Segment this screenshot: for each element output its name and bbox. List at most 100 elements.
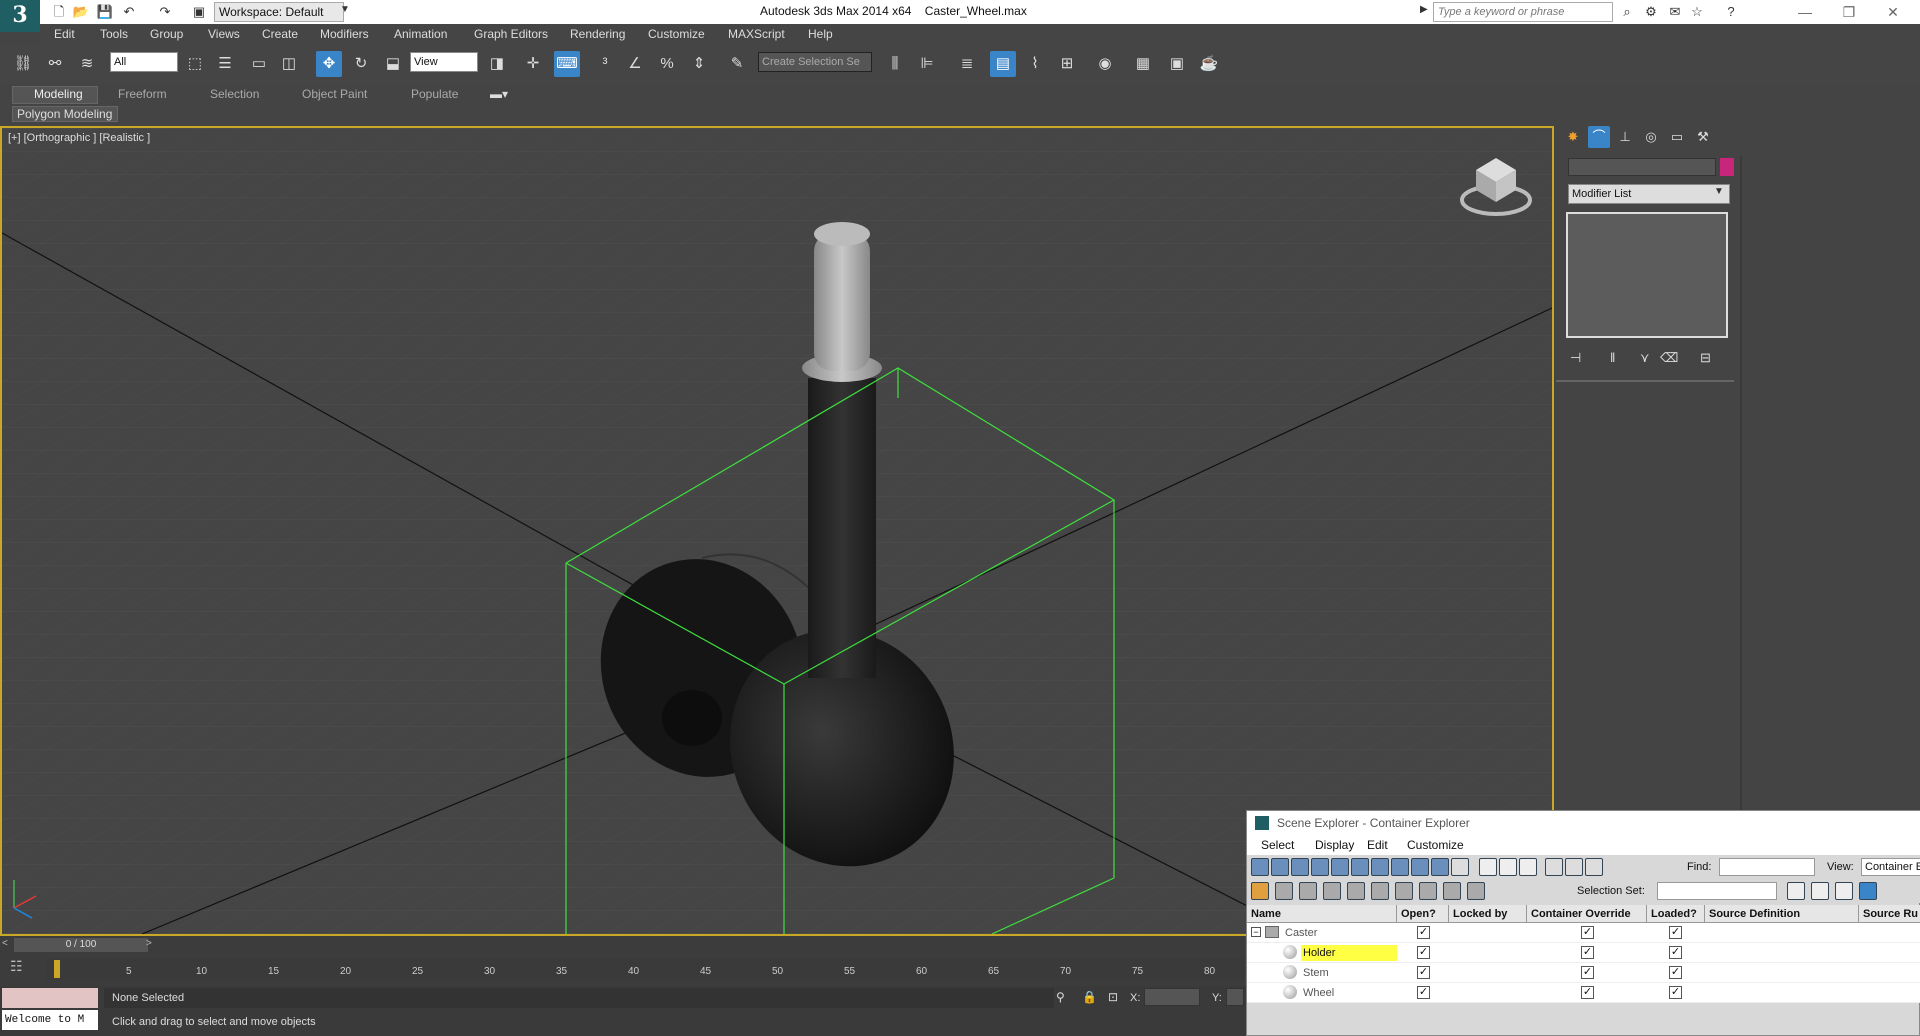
- ribbon-tab-selection[interactable]: Selection: [210, 87, 259, 101]
- selection-set-dropdown[interactable]: [1657, 882, 1777, 900]
- menu-create[interactable]: Create: [262, 27, 298, 41]
- selset-select-icon[interactable]: [1835, 882, 1853, 900]
- menu-edit[interactable]: Edit: [54, 27, 75, 41]
- container-save-icon[interactable]: [1395, 882, 1413, 900]
- filter-icon[interactable]: [1545, 858, 1563, 876]
- display-bones-icon[interactable]: [1411, 858, 1429, 876]
- redo-icon[interactable]: ↷: [156, 3, 174, 21]
- window-crossing-icon[interactable]: ◫: [276, 51, 302, 77]
- selset-remove-icon[interactable]: [1811, 882, 1829, 900]
- menu-maxscript[interactable]: MAXScript: [728, 27, 785, 41]
- bind-spacewarp-icon[interactable]: ≋: [74, 51, 100, 77]
- motion-tab-icon[interactable]: ◎: [1640, 126, 1662, 148]
- binoculars-icon[interactable]: ⌕: [1618, 3, 1636, 21]
- selection-filter-dropdown[interactable]: All: [110, 52, 178, 72]
- project-folder-icon[interactable]: ▣: [190, 3, 208, 21]
- se-menu-select[interactable]: Select: [1261, 838, 1294, 852]
- container-unload-icon[interactable]: [1323, 882, 1341, 900]
- container-load-icon[interactable]: [1299, 882, 1317, 900]
- close-button[interactable]: ✕: [1878, 2, 1908, 22]
- save-icon[interactable]: 💾: [96, 3, 114, 21]
- open-checkbox[interactable]: ✓: [1417, 986, 1430, 999]
- create-tab-icon[interactable]: ✸: [1562, 126, 1584, 148]
- table-row[interactable]: Holder ✓ ✓ ✓: [1247, 943, 1920, 963]
- select-and-move-icon[interactable]: ✥: [316, 51, 342, 77]
- viewport-label[interactable]: [+] [Orthographic ] [Realistic ]: [8, 132, 150, 144]
- unlink-icon[interactable]: ⚯: [42, 51, 68, 77]
- menu-rendering[interactable]: Rendering: [570, 27, 625, 41]
- maxscript-output[interactable]: Welcome to M: [2, 1010, 98, 1030]
- next-frame-icon[interactable]: >: [146, 938, 152, 949]
- link-icon[interactable]: ⛓: [10, 51, 36, 77]
- container-open-icon[interactable]: [1347, 882, 1365, 900]
- display-groups-icon[interactable]: [1371, 858, 1389, 876]
- chevron-down-icon[interactable]: ▼: [1714, 186, 1724, 197]
- collapse-icon[interactable]: −: [1251, 927, 1261, 937]
- select-and-rotate-icon[interactable]: ↻: [348, 51, 374, 77]
- render-setup-icon[interactable]: ▦: [1130, 51, 1156, 77]
- percent-snap-icon[interactable]: %: [654, 51, 680, 77]
- favorites-star-icon[interactable]: ☆: [1688, 3, 1706, 21]
- column-locked-by[interactable]: Locked by: [1449, 905, 1527, 923]
- se-menu-display[interactable]: Display: [1315, 838, 1354, 852]
- pin-stack-icon[interactable]: ⊣: [1570, 350, 1581, 366]
- column-container-override[interactable]: Container Override: [1527, 905, 1647, 923]
- container-inherit-icon[interactable]: [1275, 882, 1293, 900]
- chevron-down-icon[interactable]: ▼: [340, 4, 350, 15]
- loaded-checkbox[interactable]: ✓: [1669, 926, 1682, 939]
- configure-modifier-sets-icon[interactable]: ⊟: [1700, 350, 1711, 366]
- object-color-swatch[interactable]: [1720, 158, 1734, 176]
- column-source-definition[interactable]: Source Definition: [1705, 905, 1859, 923]
- render-teapot-icon[interactable]: ☕: [1196, 51, 1222, 77]
- lock-selection-icon[interactable]: 🔒: [1082, 990, 1097, 1004]
- select-by-name-icon[interactable]: ☰: [212, 51, 238, 77]
- display-cameras-icon[interactable]: [1311, 858, 1329, 876]
- view-dropdown[interactable]: Container E: [1861, 858, 1920, 876]
- track-bar[interactable]: 5 10 15 20 25 30 35 40 45 50 55 60 65 70…: [46, 958, 1245, 980]
- workspace-dropdown[interactable]: Workspace: Default: [214, 2, 344, 22]
- display-shapes-icon[interactable]: [1271, 858, 1289, 876]
- menu-customize[interactable]: Customize: [648, 27, 705, 41]
- loaded-checkbox[interactable]: ✓: [1669, 966, 1682, 979]
- override-checkbox[interactable]: ✓: [1581, 986, 1594, 999]
- column-source-rules[interactable]: Source Ru: [1859, 905, 1920, 923]
- display-lights-icon[interactable]: [1291, 858, 1309, 876]
- override-checkbox[interactable]: ✓: [1581, 966, 1594, 979]
- open-checkbox[interactable]: ✓: [1417, 966, 1430, 979]
- display-helpers-icon[interactable]: [1331, 858, 1349, 876]
- columns-icon[interactable]: [1585, 858, 1603, 876]
- show-end-result-icon[interactable]: ‖: [1610, 350, 1615, 365]
- select-and-scale-icon[interactable]: ⬓: [380, 51, 406, 77]
- named-selection-set-dropdown[interactable]: Create Selection Se: [758, 52, 872, 72]
- se-menu-customize[interactable]: Customize: [1407, 838, 1464, 852]
- container-reload-icon[interactable]: [1443, 882, 1461, 900]
- restore-button[interactable]: ❐: [1834, 2, 1864, 22]
- ribbon-panel-polygon-modeling[interactable]: Polygon Modeling: [17, 107, 112, 121]
- make-unique-icon[interactable]: ⋎: [1640, 350, 1650, 366]
- app-logo-icon[interactable]: 3: [0, 0, 40, 32]
- open-file-icon[interactable]: 📂: [72, 3, 90, 21]
- table-row[interactable]: Wheel ✓ ✓ ✓: [1247, 983, 1920, 1003]
- open-checkbox[interactable]: ✓: [1417, 946, 1430, 959]
- spinner-snap-icon[interactable]: ⇕: [686, 51, 712, 77]
- current-frame-marker[interactable]: [54, 960, 60, 978]
- ribbon-options-icon[interactable]: ▬▾: [490, 87, 508, 101]
- menu-graph-editors[interactable]: Graph Editors: [474, 27, 548, 41]
- utilities-tab-icon[interactable]: ⚒: [1692, 126, 1714, 148]
- material-editor-icon[interactable]: ◉: [1092, 51, 1118, 77]
- scene-explorer-icon[interactable]: ▤: [990, 51, 1016, 77]
- prev-frame-icon[interactable]: <: [2, 938, 8, 949]
- isolate-selection-icon[interactable]: ⚲: [1056, 990, 1065, 1004]
- display-tab-icon[interactable]: ▭: [1666, 126, 1688, 148]
- help-icon[interactable]: ?: [1722, 3, 1740, 21]
- container-create-icon[interactable]: [1251, 882, 1269, 900]
- container-update-icon[interactable]: [1419, 882, 1437, 900]
- column-loaded[interactable]: Loaded?: [1647, 905, 1705, 923]
- new-file-icon[interactable]: 🗋: [50, 3, 68, 21]
- subscription-icon[interactable]: ⚙: [1642, 3, 1660, 21]
- ribbon-tab-modeling[interactable]: Modeling: [34, 87, 83, 101]
- container-close-icon[interactable]: [1371, 882, 1389, 900]
- communication-icon[interactable]: ✉: [1666, 3, 1684, 21]
- curve-editor-icon[interactable]: ⌇: [1022, 51, 1048, 77]
- modifier-stack[interactable]: [1566, 212, 1728, 338]
